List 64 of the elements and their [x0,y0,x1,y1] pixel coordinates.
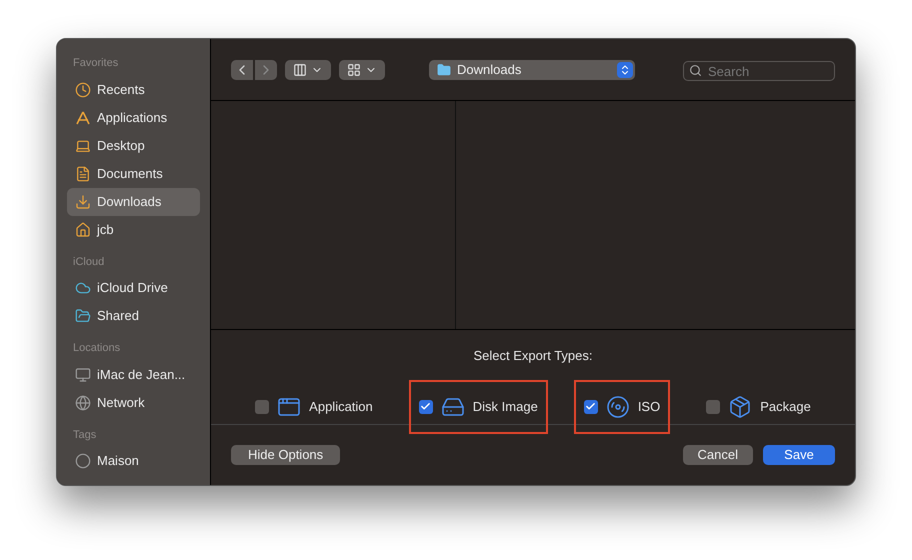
grid-icon [347,62,361,76]
sidebar-item[interactable]: Maison [67,447,200,475]
location-popup[interactable]: Downloads [429,60,635,80]
forward-button[interactable] [255,60,277,80]
save-button[interactable]: Save [763,445,835,465]
check-icon [420,401,432,412]
checkbox[interactable] [706,400,720,414]
search-icon [689,64,702,76]
sidebar-section-title: Locations [72,341,122,356]
options-title: Select Export Types: [474,347,592,365]
export-type-label: Application [309,398,373,416]
folder-icon [437,62,451,76]
download-icon [75,194,91,210]
sidebar-item-label: iCloud Drive [97,279,168,298]
checkbox[interactable] [584,400,598,414]
sidebar-item-label: Recents [97,80,145,99]
checkbox[interactable] [255,400,270,414]
document-icon [75,166,91,182]
sidebar-item-label: Desktop [97,136,145,155]
sidebar-item[interactable]: iCloud Drive [67,274,200,302]
export-type-label: Disk Image [472,398,538,416]
sidebar-section-title: Favorites [72,56,120,71]
shared-folder-icon [75,308,91,324]
monitor-icon [75,366,91,382]
sidebar-item-label: Shared [97,307,139,326]
apps-icon [75,110,91,126]
check-icon [585,401,596,412]
sidebar-item-label: Maison [97,452,139,470]
columns-icon [293,62,307,76]
sidebar-item[interactable]: Desktop [67,132,200,160]
back-button[interactable] [231,60,253,80]
tag-circle-icon [75,453,91,469]
search-field[interactable]: Search [683,61,835,81]
stepper-icon [617,62,633,78]
hide-options-button[interactable]: Hide Options [231,445,340,465]
sidebar-item-label: Applications [97,108,168,127]
desktop-icon [75,138,91,154]
sidebar-item-label: Downloads [97,192,162,211]
sidebar-item-label: Network [97,394,145,412]
sidebar-item-label: jcb [97,220,114,239]
sidebar-item[interactable]: Applications [67,104,200,132]
cloud-icon [75,280,91,296]
export-type-label: Package [760,398,811,416]
sidebar-item[interactable]: Downloads [67,188,200,216]
cancel-button[interactable]: Cancel [682,445,753,465]
sidebar-section-title: Tags [72,428,98,442]
sidebar-section-title: iCloud [72,254,106,270]
sidebar-item-label: iMac de Jean... [97,366,186,384]
disc-icon [606,394,630,418]
globe-icon [75,394,91,410]
package-icon [728,394,752,418]
sidebar-item[interactable]: iMac de Jean... [67,360,200,388]
sidebar-item[interactable]: jcb [67,216,200,244]
home-icon [75,222,91,238]
sidebar-item[interactable]: Network [67,388,200,416]
clock-icon [75,82,91,98]
group-button[interactable] [339,60,385,80]
checkbox[interactable] [418,400,433,414]
sidebar-item[interactable]: Documents [67,160,200,188]
sidebar-item-label: Documents [97,164,163,183]
view-mode-button[interactable] [285,60,331,80]
export-type-label: ISO [638,398,660,416]
sidebar-item[interactable]: Shared [67,302,200,330]
sidebar-item[interactable]: Recents [67,76,200,104]
